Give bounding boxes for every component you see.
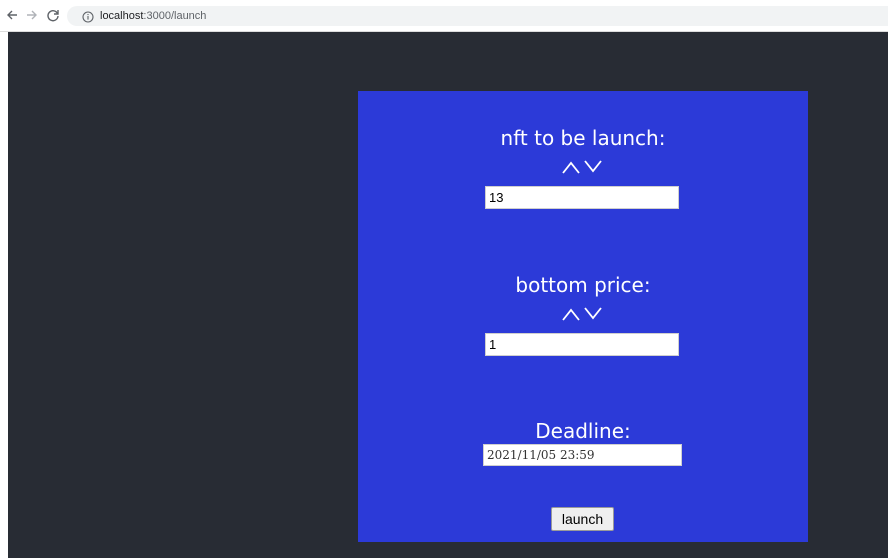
nft-stepper[interactable] [561, 158, 605, 176]
url-text[interactable]: localhost:3000/launch [100, 8, 206, 24]
info-icon[interactable] [82, 10, 94, 23]
deadline-input[interactable] [483, 444, 682, 466]
left-gutter [0, 32, 8, 558]
nft-label: nft to be launch: [500, 126, 666, 150]
url-path: :3000/launch [143, 10, 207, 22]
chevron-up-icon[interactable] [561, 158, 581, 176]
browser-toolbar: localhost:3000/launch [0, 0, 888, 32]
price-stepper[interactable] [561, 305, 605, 323]
chevron-up-icon[interactable] [561, 305, 581, 323]
deadline-label: Deadline: [535, 419, 631, 443]
reload-icon[interactable] [45, 7, 61, 23]
chevron-down-icon[interactable] [583, 158, 603, 176]
address-bar[interactable]: localhost:3000/launch [67, 6, 888, 26]
launch-form-panel: nft to be launch: bottom price: Deadline… [358, 91, 808, 542]
nft-input[interactable] [485, 186, 679, 209]
forward-arrow-icon[interactable] [24, 7, 40, 23]
back-arrow-icon[interactable] [4, 7, 20, 23]
price-input[interactable] [485, 333, 679, 356]
chevron-down-icon[interactable] [583, 305, 603, 323]
launch-button[interactable]: launch [551, 507, 614, 531]
price-label: bottom price: [515, 273, 651, 297]
url-host: localhost [100, 10, 144, 22]
